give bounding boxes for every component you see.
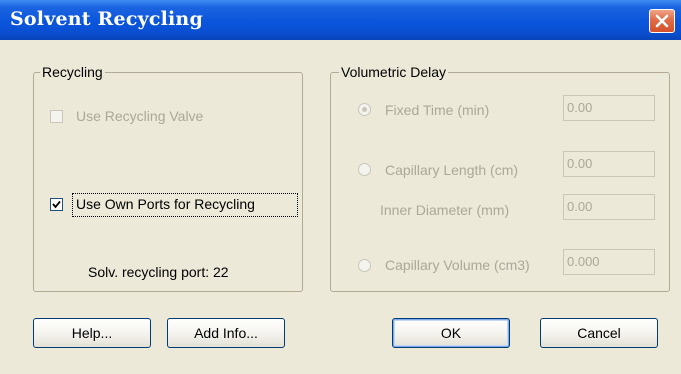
recycling-group-label: Recycling bbox=[40, 64, 105, 80]
fixed-time-field[interactable]: 0.00 bbox=[563, 95, 655, 121]
inner-diameter-label: Inner Diameter (mm) bbox=[380, 202, 510, 218]
close-icon bbox=[655, 14, 669, 28]
capillary-length-label: Capillary Length (cm) bbox=[385, 162, 519, 178]
capillary-length-radio[interactable] bbox=[358, 163, 371, 176]
dialog-content: Recycling Use Recycling Valve Use Own Po… bbox=[0, 40, 681, 374]
capillary-volume-field[interactable]: 0.000 bbox=[563, 249, 655, 275]
capillary-length-field[interactable]: 0.00 bbox=[563, 151, 655, 177]
fixed-time-radio[interactable] bbox=[358, 103, 371, 116]
help-button[interactable]: Help... bbox=[33, 318, 151, 348]
use-recycling-valve-label: Use Recycling Valve bbox=[76, 108, 204, 124]
window-title: Solvent Recycling bbox=[10, 8, 203, 30]
recycling-port-text: Solv. recycling port: 22 bbox=[88, 264, 229, 280]
check-icon bbox=[52, 200, 61, 209]
inner-diameter-field[interactable]: 0.00 bbox=[563, 194, 655, 220]
radio-selected-dot bbox=[362, 107, 367, 112]
volumetric-delay-group-label: Volumetric Delay bbox=[339, 64, 449, 80]
use-own-ports-label: Use Own Ports for Recycling bbox=[76, 196, 255, 212]
capillary-volume-label: Capillary Volume (cm3) bbox=[385, 257, 530, 273]
fixed-time-label: Fixed Time (min) bbox=[385, 102, 490, 118]
use-own-ports-checkbox[interactable] bbox=[50, 198, 63, 211]
capillary-volume-radio[interactable] bbox=[358, 259, 371, 272]
solvent-recycling-dialog: Solvent Recycling Recycling Use Recyclin… bbox=[0, 0, 681, 374]
add-info-button[interactable]: Add Info... bbox=[167, 318, 285, 348]
ok-button[interactable]: OK bbox=[392, 318, 510, 348]
cancel-button[interactable]: Cancel bbox=[540, 318, 658, 348]
close-button[interactable] bbox=[649, 9, 675, 33]
use-recycling-valve-checkbox[interactable] bbox=[50, 110, 63, 123]
recycling-group: Recycling bbox=[33, 64, 303, 292]
title-bar[interactable]: Solvent Recycling bbox=[0, 0, 681, 40]
